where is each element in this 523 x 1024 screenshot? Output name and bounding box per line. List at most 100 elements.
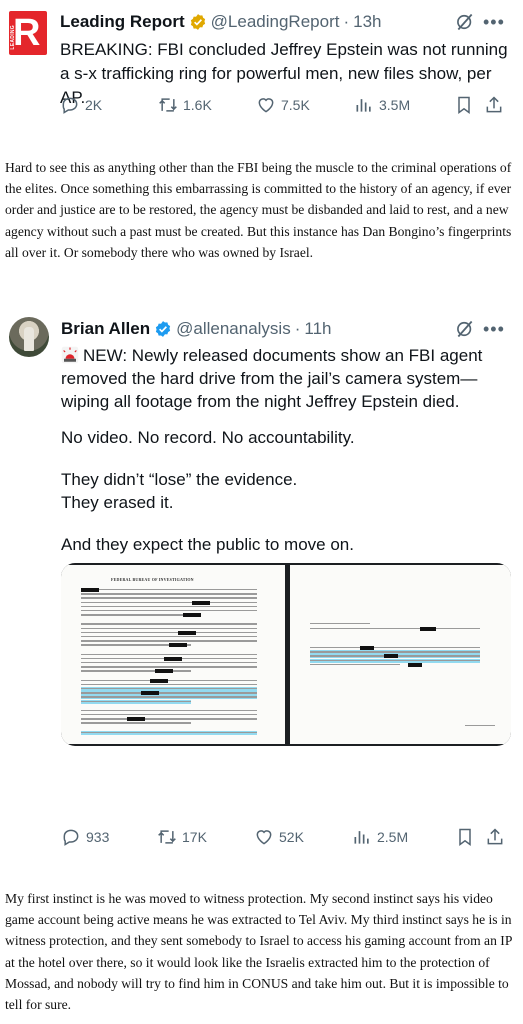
avatar[interactable] [9,317,49,357]
grok-icon[interactable] [455,319,475,339]
tweet-header: Leading Report @LeadingReport · 13h [60,11,382,33]
reply-button[interactable]: 933 [61,826,109,848]
document-text-line [81,653,257,655]
grok-icon[interactable] [455,12,475,32]
document-text-line [81,709,257,712]
redaction-bar [192,600,210,605]
tweet-brian-allen[interactable]: Brian Allen @allenanalysis · 11h ••• NEW… [0,305,523,867]
document-text-line [81,731,257,733]
share-icon [486,96,502,113]
author-name[interactable]: Leading Report [60,12,185,32]
more-icon[interactable]: ••• [483,13,505,31]
document-text-line [81,614,191,616]
bookmark-button[interactable] [455,826,480,848]
views-count: 2.5M [377,829,409,845]
verified-badge-icon [190,14,205,30]
more-icon[interactable]: ••• [483,320,505,338]
document-text-line [81,696,257,698]
repost-button[interactable]: 17K [157,826,207,848]
separator-dot: · [294,319,301,338]
views-count: 3.5M [379,97,411,113]
document-page-1: FEDERAL BUREAU OF INVESTIGATION [61,565,285,744]
redaction-bar [155,669,173,674]
tweet-paragraph-1: NEW: Newly released documents show an FB… [61,344,511,413]
leading-report-logo[interactable]: R LEADING [9,11,47,55]
redaction-bar [169,643,187,648]
tweet-time[interactable]: 11h [304,319,331,339]
document-text-line [310,628,480,630]
repost-icon [158,830,176,844]
tweet-paragraph-3-line-1: They didn’t “lose” the evidence. [61,470,298,489]
document-text-line [81,666,257,668]
tweet-leading-report[interactable]: R LEADING Leading Report @LeadingReport … [0,0,523,132]
document-image[interactable]: FEDERAL BUREAU OF INVESTIGATION [61,563,511,746]
document-text-line [81,718,257,720]
share-button[interactable] [484,94,509,116]
tweet-time[interactable]: 13h [353,12,381,32]
tweet-header: Brian Allen @allenanalysis · 11h [61,318,331,340]
redaction-bar [150,678,168,683]
document-text-line [81,670,191,672]
views-button[interactable]: 2.5M [352,826,408,848]
redaction-bar [420,627,436,631]
tweet-paragraph-3-line-2: They erased it. [61,493,174,512]
views-icon [356,99,371,112]
document-page-2 [290,565,511,744]
document-text-line [465,725,495,727]
document-text-line [81,692,257,694]
author-name[interactable]: Brian Allen [61,319,150,339]
document-text-line [310,663,400,666]
redaction-bar [408,662,422,667]
tweet-actions: 933 17K 52K 2.5M [61,826,511,848]
document-text-line [81,679,257,681]
logo-subtext: LEADING [10,25,16,50]
views-button[interactable]: 3.5M [354,94,410,116]
tweet-actions: 2K 1.6K 7.5K 3.5M [60,94,515,116]
views-icon [354,831,369,844]
tweet-paragraph-4: And they expect the public to move on. [61,535,354,554]
separator-dot: · [343,12,350,31]
document-text-line [81,662,257,664]
comment-paragraph: My first instinct is he was moved to wit… [5,891,512,1013]
document-text-line [81,601,257,603]
author-handle[interactable]: @allenanalysis [176,319,291,339]
like-icon [256,830,272,845]
reply-button[interactable]: 2K [60,94,102,116]
reply-icon [63,829,79,846]
reply-count: 2K [85,97,103,113]
document-text-line [81,631,257,634]
document-header: FEDERAL BUREAU OF INVESTIGATION [111,577,194,582]
redaction-bar [178,630,196,635]
tweet-paragraph-2: No video. No record. No accountability. [61,428,355,447]
bookmark-button[interactable] [454,94,479,116]
repost-button[interactable]: 1.6K [158,94,212,116]
document-text-line [81,597,257,599]
like-button[interactable]: 52K [254,826,304,848]
document-text-line [310,651,480,653]
like-icon [258,98,274,113]
like-count: 52K [279,829,304,845]
redaction-bar [127,717,145,722]
document-text-line [81,593,257,595]
redaction-bar [164,656,182,661]
document-text-line [81,714,257,716]
document-text-line [81,683,257,686]
repost-icon [159,98,177,112]
bookmark-icon [459,828,471,846]
like-button[interactable]: 7.5K [256,94,310,116]
comment-paragraph: Hard to see this as anything other than … [5,160,512,260]
document-text-line [81,627,257,629]
siren-icon [61,346,79,364]
author-handle[interactable]: @LeadingReport [211,12,340,32]
document-text-line [81,722,191,724]
reply-icon [62,97,78,114]
document-text-line [310,659,480,661]
document-text-line [81,688,257,690]
repost-count: 1.6K [183,97,212,113]
document-text-line [81,589,257,591]
redaction-bar [183,613,201,618]
logo-letter: R [13,12,41,54]
document-text-line [81,700,191,702]
document-text-line [81,640,257,642]
share-button[interactable] [485,826,510,848]
